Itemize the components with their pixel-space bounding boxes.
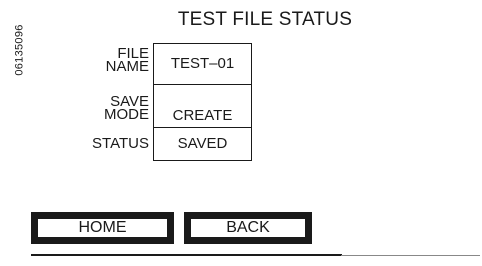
file-name-field[interactable]: TEST–01	[153, 43, 252, 85]
status-label: STATUS	[92, 135, 149, 152]
save-mode-label-line2: MODE	[104, 106, 149, 123]
home-button[interactable]: HOME	[31, 212, 174, 244]
status-field[interactable]: SAVED	[153, 127, 252, 161]
figure-code: 06135096	[13, 24, 26, 76]
file-name-label-line2: NAME	[105, 58, 149, 75]
back-button-label: BACK	[190, 218, 306, 238]
back-button[interactable]: BACK	[184, 212, 312, 244]
bottom-rule	[31, 254, 342, 256]
home-button-label: HOME	[37, 218, 168, 238]
page-title: TEST FILE STATUS	[177, 9, 353, 30]
save-mode-label: SAVE MODE	[104, 94, 149, 123]
file-name-label: FILE NAME	[105, 46, 149, 75]
save-mode-field[interactable]: CREATE	[153, 84, 252, 128]
bottom-rule-thin	[341, 255, 480, 256]
